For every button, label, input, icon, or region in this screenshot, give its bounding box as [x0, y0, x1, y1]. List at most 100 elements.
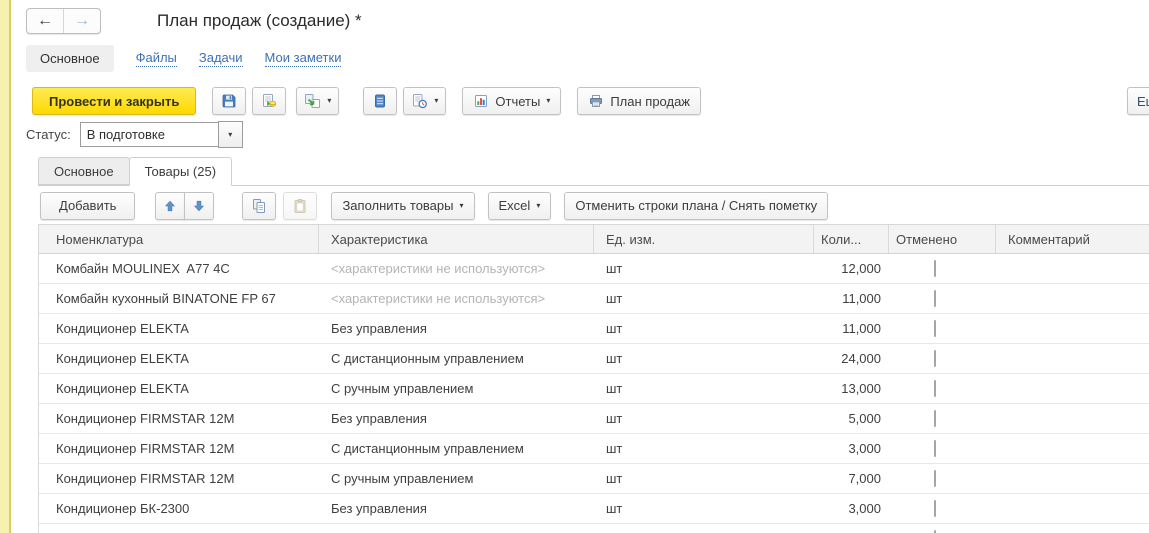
- cell-nomenclature[interactable]: Кондиционер ELEKTA: [39, 351, 319, 366]
- fill-goods-button[interactable]: Заполнить товары ▾: [331, 192, 474, 220]
- cell-qty[interactable]: 3,000: [814, 501, 889, 516]
- nav-link-notes[interactable]: Мои заметки: [265, 50, 342, 67]
- document-clock-icon: [411, 93, 428, 109]
- canceled-checkbox[interactable]: [934, 410, 936, 427]
- cell-characteristic[interactable]: <характеристики не используются>: [319, 261, 594, 276]
- save-icon: [221, 93, 237, 109]
- cell-qty[interactable]: 5,000: [814, 411, 889, 426]
- back-arrow-icon: ←: [37, 12, 53, 30]
- move-down-button[interactable]: [184, 192, 214, 220]
- content-tabstrip: Основное Товары (25): [38, 158, 1149, 186]
- cell-characteristic[interactable]: С ручным управлением: [319, 381, 594, 396]
- more-button[interactable]: Еще: [1127, 87, 1149, 115]
- canceled-checkbox[interactable]: [934, 260, 936, 277]
- print-label: План продаж: [610, 94, 690, 109]
- cell-qty[interactable]: 11,000: [814, 291, 889, 306]
- cell-qty[interactable]: 12,000: [814, 261, 889, 276]
- cell-nomenclature[interactable]: Кондиционер FIRMSTAR 12M: [39, 441, 319, 456]
- back-button[interactable]: ←: [27, 9, 64, 33]
- status-dropdown-button[interactable]: ▾: [218, 121, 243, 148]
- arrow-down-icon: [192, 199, 206, 213]
- copy-rows-button[interactable]: [242, 192, 276, 220]
- post-document-button[interactable]: [252, 87, 286, 115]
- column-header-characteristic[interactable]: Характеристика: [319, 225, 594, 253]
- left-accent-stripe: [0, 0, 11, 533]
- excel-button[interactable]: Excel ▾: [488, 192, 552, 220]
- arrow-up-icon: [163, 199, 177, 213]
- column-header-nomenclature[interactable]: Номенклатура: [39, 225, 319, 253]
- goods-table: Номенклатура Характеристика Ед. изм. Кол…: [38, 224, 1149, 533]
- canceled-checkbox[interactable]: [934, 350, 936, 367]
- cell-nomenclature[interactable]: Кондиционер ELEKTA: [39, 321, 319, 336]
- status-caret-icon: ▾: [228, 131, 232, 139]
- cell-nomenclature[interactable]: Кондиционер FIRMSTAR 12M: [39, 471, 319, 486]
- structure-button[interactable]: [363, 87, 397, 115]
- cell-qty[interactable]: 3,000: [814, 441, 889, 456]
- cancel-plan-rows-button[interactable]: Отменить строки плана / Снять пометку: [564, 192, 828, 220]
- canceled-checkbox[interactable]: [934, 380, 936, 397]
- cell-qty[interactable]: 13,000: [814, 381, 889, 396]
- print-sales-plan-button[interactable]: План продаж: [577, 87, 701, 115]
- canceled-checkbox[interactable]: [934, 440, 936, 457]
- document-history-button[interactable]: ▾: [403, 87, 446, 115]
- cell-characteristic[interactable]: Без управления: [319, 411, 594, 426]
- nav-link-tasks[interactable]: Задачи: [199, 50, 243, 67]
- add-row-button[interactable]: Добавить: [40, 192, 135, 220]
- cell-unit[interactable]: шт: [594, 381, 814, 396]
- fill-goods-caret-icon: ▾: [460, 202, 464, 210]
- tab-main[interactable]: Основное: [38, 157, 130, 185]
- cell-nomenclature[interactable]: Комбайн кухонный BINATONE FP 67: [39, 291, 319, 306]
- save-button[interactable]: [212, 87, 246, 115]
- paste-rows-button[interactable]: [283, 192, 317, 220]
- cell-unit[interactable]: шт: [594, 441, 814, 456]
- cell-unit[interactable]: шт: [594, 501, 814, 516]
- create-based-on-button[interactable]: ▾: [296, 87, 339, 115]
- post-and-close-button[interactable]: Провести и закрыть: [32, 87, 196, 115]
- canceled-checkbox[interactable]: [934, 320, 936, 337]
- post-and-close-label: Провести и закрыть: [49, 94, 179, 109]
- cell-unit[interactable]: шт: [594, 291, 814, 306]
- cell-characteristic[interactable]: <характеристики не используются>: [319, 291, 594, 306]
- column-header-comment[interactable]: Комментарий: [996, 225, 1149, 253]
- cell-unit[interactable]: шт: [594, 471, 814, 486]
- table-row[interactable]: Кондиционер БК-2300 С дистанционным упра…: [39, 524, 1149, 533]
- fill-goods-label: Заполнить товары: [342, 198, 453, 213]
- cell-qty[interactable]: 7,000: [814, 471, 889, 486]
- cell-unit[interactable]: шт: [594, 261, 814, 276]
- stack-icon: [372, 93, 388, 109]
- cell-unit[interactable]: шт: [594, 321, 814, 336]
- cell-qty[interactable]: 11,000: [814, 321, 889, 336]
- canceled-checkbox[interactable]: [934, 470, 936, 487]
- printer-icon: [588, 93, 604, 109]
- cell-characteristic[interactable]: Без управления: [319, 501, 594, 516]
- canceled-checkbox[interactable]: [934, 500, 936, 517]
- paste-clipboard-icon: [292, 198, 308, 214]
- status-input[interactable]: В подготовке: [80, 122, 219, 147]
- reports-caret-icon: ▾: [546, 97, 550, 105]
- canceled-checkbox[interactable]: [934, 290, 936, 307]
- status-label: Статус:: [26, 127, 71, 142]
- cell-nomenclature[interactable]: Кондиционер FIRMSTAR 12M: [39, 411, 319, 426]
- move-up-button[interactable]: [155, 192, 185, 220]
- cell-unit[interactable]: шт: [594, 411, 814, 426]
- add-row-label: Добавить: [59, 198, 116, 213]
- column-header-quantity[interactable]: Коли...: [814, 225, 889, 253]
- nav-link-files[interactable]: Файлы: [136, 50, 177, 67]
- cell-qty[interactable]: 24,000: [814, 351, 889, 366]
- cell-characteristic[interactable]: Без управления: [319, 321, 594, 336]
- excel-label: Excel: [499, 198, 531, 213]
- column-header-unit[interactable]: Ед. изм.: [594, 225, 814, 253]
- cell-characteristic[interactable]: С дистанционным управлением: [319, 441, 594, 456]
- cell-nomenclature[interactable]: Комбайн MOULINEX A77 4C: [39, 261, 319, 276]
- reports-button[interactable]: Отчеты ▾: [462, 87, 561, 115]
- cell-nomenclature[interactable]: Кондиционер БК-2300: [39, 501, 319, 516]
- nav-panel: Основное Файлы Задачи Мои заметки: [26, 44, 341, 72]
- cell-nomenclature[interactable]: Кондиционер ELEKTA: [39, 381, 319, 396]
- nav-item-main[interactable]: Основное: [26, 45, 114, 72]
- cell-characteristic[interactable]: С ручным управлением: [319, 471, 594, 486]
- table-toolbar: Добавить: [40, 192, 828, 219]
- forward-button[interactable]: →: [64, 9, 100, 33]
- cell-characteristic[interactable]: С дистанционным управлением: [319, 351, 594, 366]
- cell-unit[interactable]: шт: [594, 351, 814, 366]
- tab-goods[interactable]: Товары (25): [129, 157, 232, 186]
